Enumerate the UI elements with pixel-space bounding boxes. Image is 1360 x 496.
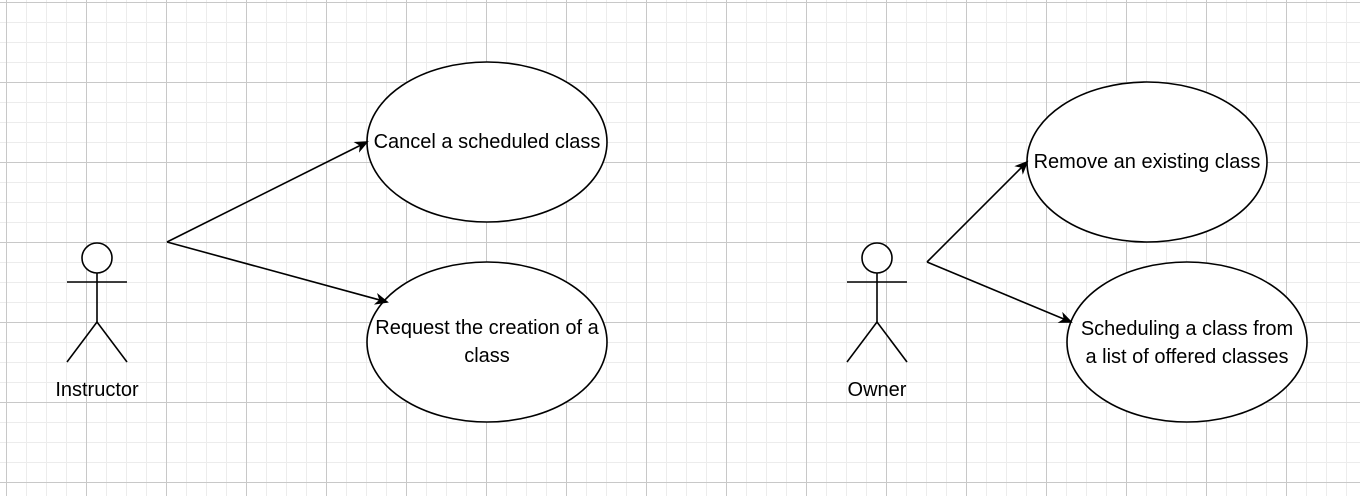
actor-owner-left-leg [846,321,878,363]
actor-instructor-label: Instructor [55,379,139,401]
actor-owner-head [861,242,893,274]
actor-owner-label: Owner [847,379,907,401]
association-instructor-cancel[interactable] [166,141,369,243]
usecase-cancel-label: Cancel a scheduled class [373,131,601,153]
association-owner-scheduling[interactable] [926,261,1073,323]
use-case-diagram [66,61,1308,423]
association-owner-remove[interactable] [926,160,1029,263]
association-instructor-request[interactable] [166,241,389,305]
actor-instructor-head [81,242,113,274]
diagram-canvas: Cancel a scheduled class Request the cre… [0,0,1360,496]
actor-instructor-right-leg [96,321,128,363]
actor-instructor[interactable] [66,242,128,363]
actor-owner-right-leg [876,321,908,363]
actor-owner[interactable] [846,242,908,363]
actor-instructor-left-leg [66,321,98,363]
usecase-remove-label: Remove an existing class [1033,151,1261,173]
usecase-scheduling-label: Scheduling a class from a list of offere… [1080,318,1294,368]
usecase-request-label: Request the creation of a class [375,317,599,367]
